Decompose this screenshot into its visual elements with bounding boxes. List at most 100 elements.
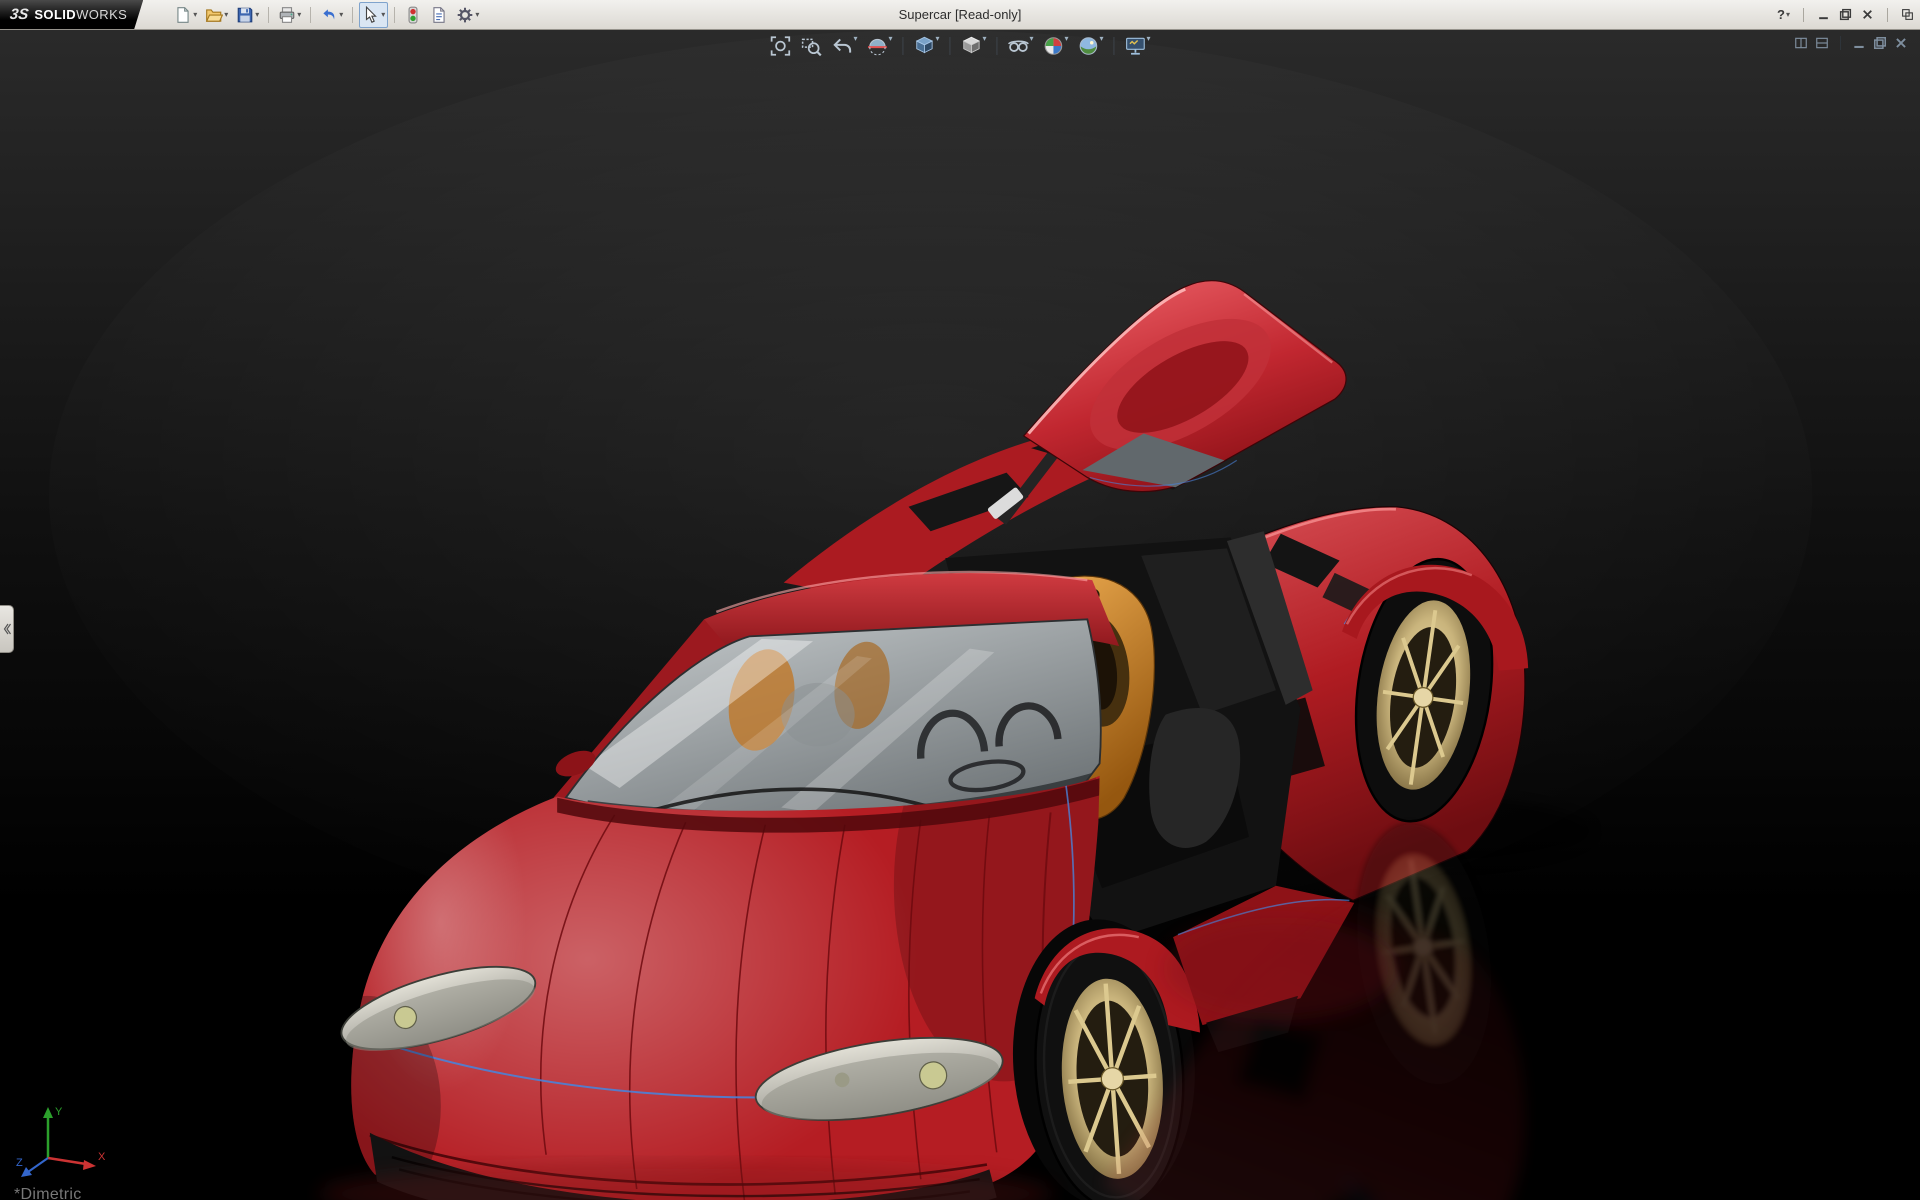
file-properties-icon xyxy=(430,6,448,24)
undo-dropdown-arrow[interactable]: ▾ xyxy=(339,10,343,19)
open-button[interactable]: ▾ xyxy=(202,2,231,28)
options-button[interactable]: ▾ xyxy=(453,2,482,28)
new-dropdown-arrow[interactable]: ▾ xyxy=(193,10,197,19)
hide-show-items-dropdown-arrow[interactable]: ▾ xyxy=(1030,35,1034,43)
pane-horizontal-button[interactable] xyxy=(1815,36,1829,50)
arrange-windows-button[interactable] xyxy=(1901,8,1914,21)
toolbar-separator xyxy=(1840,36,1841,50)
print-icon xyxy=(278,6,296,24)
toolbar-separator xyxy=(268,6,270,23)
window-controls: ? ▾ xyxy=(1777,0,1914,29)
view-orientation-icon xyxy=(913,35,935,57)
save-button[interactable]: ▾ xyxy=(233,2,262,28)
doc-restore-button[interactable] xyxy=(1873,36,1887,50)
close-icon xyxy=(1861,8,1874,21)
document-title: Supercar [Read-only] xyxy=(898,7,1022,22)
display-style-dropdown-arrow[interactable]: ▾ xyxy=(982,35,986,43)
new-button[interactable]: ▾ xyxy=(171,2,200,28)
pane-vertical-button[interactable] xyxy=(1794,36,1808,50)
rebuild-icon xyxy=(404,6,422,24)
undo-button[interactable]: ▾ xyxy=(317,2,346,28)
view-settings-button[interactable]: ▾ xyxy=(1124,34,1152,58)
zoom-to-fit-button[interactable] xyxy=(768,34,792,58)
save-dropdown-arrow[interactable]: ▾ xyxy=(255,10,259,19)
display-style-button[interactable]: ▾ xyxy=(959,34,987,58)
edit-appearance-dropdown-arrow[interactable]: ▾ xyxy=(1065,35,1069,43)
pane-horizontal-icon xyxy=(1815,36,1829,50)
z-axis-label: Z xyxy=(16,1157,23,1169)
apply-scene-icon xyxy=(1078,35,1100,57)
toolbar-separator xyxy=(996,37,998,55)
chevron-left-icon xyxy=(3,623,11,635)
select-dropdown-arrow[interactable]: ▾ xyxy=(381,10,385,19)
apply-scene-dropdown-arrow[interactable]: ▾ xyxy=(1100,35,1104,43)
3ds-logo-mark: 3S xyxy=(8,6,30,23)
toolbar-separator xyxy=(1887,7,1888,22)
rebuild-button[interactable] xyxy=(401,2,425,28)
doc-close-icon xyxy=(1894,36,1908,50)
zoom-to-area-button[interactable] xyxy=(799,34,823,58)
view-orientation-button[interactable]: ▾ xyxy=(912,34,940,58)
previous-view-dropdown-arrow[interactable]: ▾ xyxy=(853,35,857,43)
open-dropdown-arrow[interactable]: ▾ xyxy=(224,10,228,19)
pane-vertical-icon xyxy=(1794,36,1808,50)
open-icon xyxy=(205,6,224,24)
help-icon: ? xyxy=(1777,7,1785,22)
view-orientation-dropdown-arrow[interactable]: ▾ xyxy=(935,35,939,43)
minimize-icon xyxy=(1817,8,1830,21)
edit-appearance-button[interactable]: ▾ xyxy=(1042,34,1070,58)
previous-view-icon xyxy=(831,35,853,57)
print-dropdown-arrow[interactable]: ▾ xyxy=(297,10,301,19)
view-settings-icon xyxy=(1125,35,1147,57)
doc-restore-icon xyxy=(1873,36,1887,50)
main-toolbar: ▾ ▾ ▾ ▾ ▾ ▾ ▾ xyxy=(171,1,482,28)
options-icon xyxy=(456,6,474,24)
graphics-viewport[interactable]: ▾ ▾ ▾ ▾ ▾ ▾ ▾ ▾ Y X Z *Dimetric xyxy=(0,30,1920,1200)
toolbar-separator xyxy=(902,37,904,55)
view-settings-dropdown-arrow[interactable]: ▾ xyxy=(1147,35,1151,43)
undo-icon xyxy=(320,6,338,24)
save-icon xyxy=(236,6,254,24)
reference-triad: Y X Z xyxy=(16,1106,106,1177)
close-button[interactable] xyxy=(1861,8,1874,21)
toolbar-separator xyxy=(310,6,312,23)
section-view-dropdown-arrow[interactable]: ▾ xyxy=(888,35,892,43)
zoom-to-area-icon xyxy=(800,35,822,57)
restore-button[interactable] xyxy=(1839,8,1852,21)
apply-scene-button[interactable]: ▾ xyxy=(1077,34,1105,58)
feature-panel-collapse-tab[interactable] xyxy=(0,605,14,653)
options-dropdown-arrow[interactable]: ▾ xyxy=(475,10,479,19)
toolbar-separator xyxy=(352,6,354,23)
toolbar-separator xyxy=(1113,37,1115,55)
toolbar-separator xyxy=(949,37,951,55)
title-bar: 3S SOLID WORKS ▾ ▾ ▾ ▾ ▾ ▾ ▾ Supercar [Read-onl… xyxy=(0,0,1920,30)
select-button[interactable]: ▾ xyxy=(359,1,389,28)
app-name-solid: SOLID xyxy=(34,7,77,22)
zoom-to-fit-icon xyxy=(769,35,791,57)
section-view-button[interactable]: ▾ xyxy=(865,34,893,58)
toolbar-separator xyxy=(394,6,396,23)
orientation-label: *Dimetric xyxy=(14,1186,82,1200)
new-icon xyxy=(174,6,192,24)
display-style-icon xyxy=(960,35,982,57)
document-window-controls xyxy=(1794,36,1908,50)
viewport-canvas[interactable] xyxy=(0,30,1920,1200)
previous-view-button[interactable]: ▾ xyxy=(830,34,858,58)
select-icon xyxy=(362,5,380,24)
hide-show-items-icon xyxy=(1008,35,1030,57)
edit-appearance-icon xyxy=(1043,35,1065,57)
doc-minimize-button[interactable] xyxy=(1852,36,1866,50)
minimize-button[interactable] xyxy=(1817,8,1830,21)
y-axis-label: Y xyxy=(55,1106,63,1118)
doc-minimize-icon xyxy=(1852,36,1866,50)
help-button[interactable]: ? ▾ xyxy=(1777,7,1790,22)
solidworks-logo[interactable]: 3S SOLID WORKS xyxy=(0,0,143,29)
toolbar-separator xyxy=(1803,7,1804,22)
solidworks-window: 3S SOLID WORKS ▾ ▾ ▾ ▾ ▾ ▾ ▾ Supercar [Read-onl… xyxy=(0,0,1920,1200)
hide-show-items-button[interactable]: ▾ xyxy=(1007,34,1035,58)
print-button[interactable]: ▾ xyxy=(275,2,304,28)
file-properties-button[interactable] xyxy=(427,2,451,28)
section-view-icon xyxy=(866,35,888,57)
doc-close-button[interactable] xyxy=(1894,36,1908,50)
help-dropdown-arrow[interactable]: ▾ xyxy=(1786,10,1790,19)
